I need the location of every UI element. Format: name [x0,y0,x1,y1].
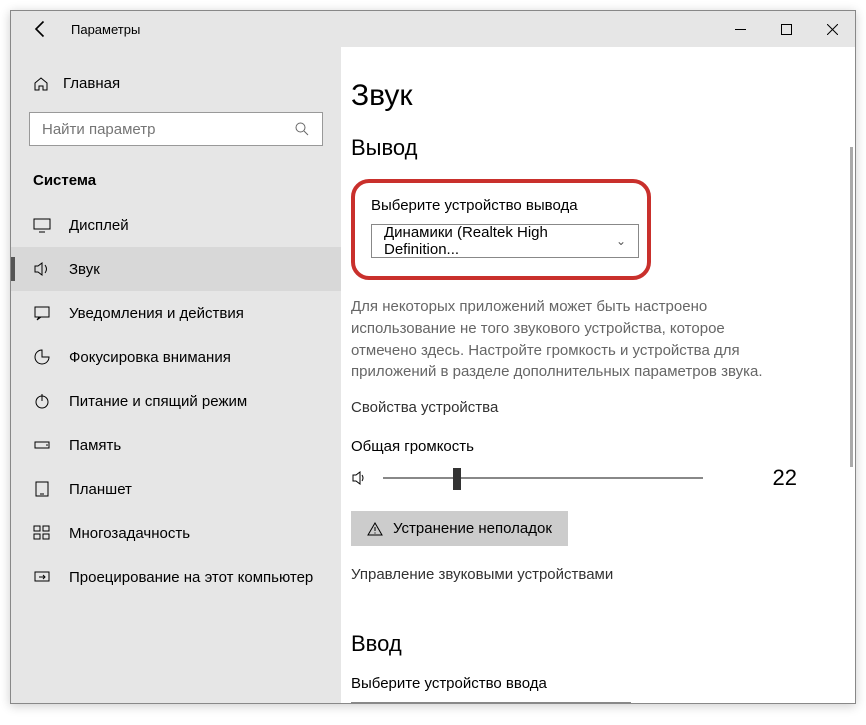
volume-value: 22 [773,465,797,491]
output-description: Для некоторых приложений может быть наст… [351,296,791,383]
input-device-dropdown[interactable]: Стерео микшер (Realtek High Defin... ⌄ [351,702,631,703]
window-title: Параметры [71,22,140,37]
sidebar-item-tablet[interactable]: Планшет [11,467,341,511]
volume-slider[interactable] [383,477,703,479]
tablet-icon [33,480,51,498]
minimize-icon [735,24,746,35]
output-select-label: Выберите устройство вывода [371,197,631,214]
sidebar-item-sound[interactable]: Звук [11,247,341,291]
sidebar-item-label: Дисплей [69,217,129,234]
sidebar-item-label: Планшет [69,481,132,498]
volume-label: Общая громкость [351,438,807,455]
sidebar-item-display[interactable]: Дисплей [11,203,341,247]
output-device-callout: Выберите устройство вывода Динамики (Rea… [351,179,651,280]
chevron-down-icon: ⌄ [616,234,626,248]
settings-window: Параметры Главная Система [10,10,856,704]
output-device-dropdown[interactable]: Динамики (Realtek High Definition... ⌄ [371,224,639,258]
sound-icon [33,260,51,278]
warning-icon [367,521,383,537]
minimize-button[interactable] [717,11,763,47]
sidebar-item-notifications[interactable]: Уведомления и действия [11,291,341,335]
power-icon [33,392,51,410]
search-icon [294,121,310,137]
sidebar-item-label: Звук [69,261,100,278]
device-properties-link[interactable]: Свойства устройства [351,399,807,416]
input-select-label: Выберите устройство ввода [351,675,807,692]
sidebar-item-projecting[interactable]: Проецирование на этот компьютер [11,555,341,599]
sidebar-item-power[interactable]: Питание и спящий режим [11,379,341,423]
maximize-button[interactable] [763,11,809,47]
display-icon [33,216,51,234]
sidebar-item-multitask[interactable]: Многозадачность [11,511,341,555]
output-section-title: Вывод [351,135,807,161]
volume-row: 22 [351,465,807,491]
sidebar-item-label: Фокусировка внимания [69,349,231,366]
projecting-icon [33,568,51,586]
back-button[interactable] [31,19,51,39]
speaker-icon [351,469,369,487]
sidebar-item-label: Проецирование на этот компьютер [69,569,313,586]
close-icon [827,24,838,35]
output-device-value: Динамики (Realtek High Definition... [384,224,616,258]
sidebar-item-storage[interactable]: Память [11,423,341,467]
input-section-title: Ввод [351,631,807,657]
multitask-icon [33,524,51,542]
sidebar-item-focus[interactable]: Фокусировка внимания [11,335,341,379]
main-content: Звук Вывод Выберите устройство вывода Ди… [341,47,855,703]
scrollbar[interactable] [850,147,853,467]
sidebar-item-label: Питание и спящий режим [69,393,247,410]
sidebar: Главная Система Дисплей Звук [11,47,341,703]
titlebar: Параметры [11,11,855,47]
focus-icon [33,348,51,366]
troubleshoot-label: Устранение неполадок [393,520,552,537]
home-link[interactable]: Главная [11,67,341,100]
home-icon [33,76,49,92]
sidebar-item-label: Многозадачность [69,525,190,542]
sidebar-category: Система [11,164,341,203]
home-label: Главная [63,75,120,92]
troubleshoot-button[interactable]: Устранение неполадок [351,511,568,546]
input-device-value: Стерео микшер (Realtek High Defin... [364,702,608,703]
close-button[interactable] [809,11,855,47]
sidebar-item-label: Уведомления и действия [69,305,244,322]
storage-icon [33,436,51,454]
page-title: Звук [351,79,807,113]
search-input-wrap[interactable] [29,112,323,146]
notifications-icon [33,304,51,322]
slider-thumb[interactable] [453,468,461,490]
sidebar-item-label: Память [69,437,121,454]
arrow-left-icon [31,19,51,39]
maximize-icon [781,24,792,35]
search-input[interactable] [42,121,294,138]
manage-devices-link[interactable]: Управление звуковыми устройствами [351,566,807,583]
